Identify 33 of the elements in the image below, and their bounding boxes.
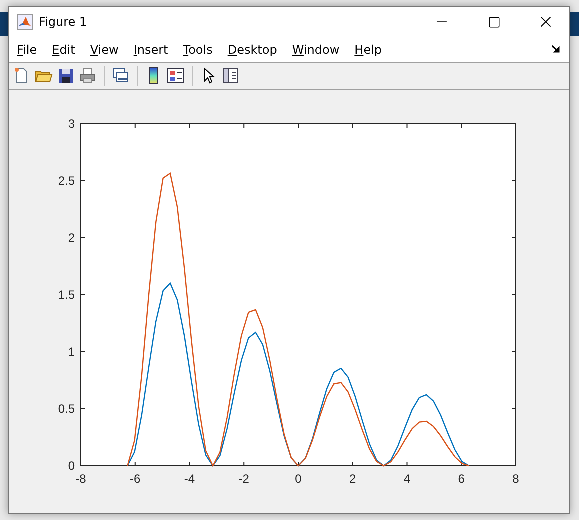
save-icon[interactable] [57,67,75,85]
y-tick-label: 0 [68,459,75,473]
printer-icon[interactable] [79,67,97,85]
menu-item[interactable]: File [15,42,44,56]
menu-item[interactable]: Edit [50,42,82,56]
y-tick-label: 1 [68,345,75,359]
y-tick-label: 1.5 [58,288,75,302]
y-tick-label: 2 [68,231,75,245]
x-tick-label: 4 [404,472,411,486]
window-title: Figure 1 [39,15,88,29]
x-tick-label: 0 [295,472,302,486]
y-tick-label: 2.5 [58,174,75,188]
x-tick-label: -8 [76,472,86,486]
legend-icon[interactable] [167,67,185,85]
menu-item[interactable]: View [88,42,126,56]
menu-item[interactable]: Help [352,42,390,56]
x-tick-label: -4 [184,472,196,486]
app-logo-icon [17,14,33,30]
maximize-icon[interactable] [488,16,500,28]
menu-item[interactable]: Tools [181,42,220,56]
x-tick-label: 2 [350,472,356,486]
menu-item[interactable]: Window [290,42,347,56]
x-tick-label: -6 [130,472,141,486]
x-tick-label: 6 [458,472,465,486]
dock-arrow-icon[interactable] [552,45,561,54]
link-icon[interactable] [112,67,130,85]
x-tick-label: 8 [512,472,520,486]
x-tick-label: -2 [238,472,250,486]
menu-item[interactable]: Insert [132,42,176,56]
y-tick-label: 0.5 [58,402,75,416]
y-tick-label: 3 [68,117,75,131]
menu-item[interactable]: Desktop [226,42,284,56]
property-pane-icon[interactable] [222,67,240,85]
